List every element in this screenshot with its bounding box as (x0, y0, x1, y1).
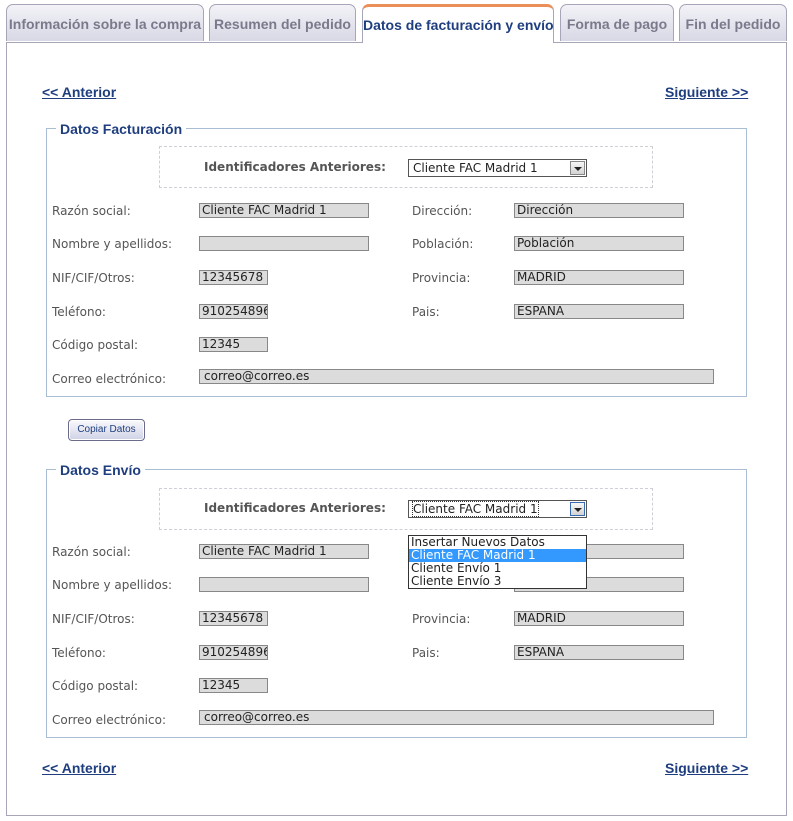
chevron-down-icon[interactable] (570, 502, 585, 516)
next-link-bottom[interactable]: Siguiente >> (665, 760, 748, 776)
shipping-cp-input[interactable]: 12345 (199, 678, 268, 693)
tab-forma-pago[interactable]: Forma de pago (560, 4, 674, 41)
next-link-top[interactable]: Siguiente >> (665, 84, 748, 100)
billing-direccion-label: Dirección: (412, 204, 473, 218)
shipping-telefono-input[interactable]: 910254896 (199, 645, 268, 660)
billing-razon-input[interactable]: Cliente FAC Madrid 1 (199, 203, 369, 218)
chevron-down-icon[interactable] (570, 161, 585, 175)
shipping-id-select[interactable]: Cliente FAC Madrid 1 (408, 500, 587, 518)
shipping-razon-label: Razón social: (52, 545, 131, 559)
shipping-provincia-label: Provincia: (412, 612, 471, 626)
billing-id-select-value: Cliente FAC Madrid 1 (413, 161, 538, 175)
billing-telefono-label: Teléfono: (52, 305, 106, 319)
billing-correo-input[interactable]: correo@correo.es (199, 369, 714, 384)
shipping-pais-label: Pais: (412, 646, 440, 660)
billing-telefono-input[interactable]: 910254896 (199, 304, 268, 319)
shipping-correo-label: Correo electrónico: (52, 713, 166, 727)
dropdown-option[interactable]: Cliente Envío 3 (409, 575, 586, 588)
shipping-telefono-label: Teléfono: (52, 646, 106, 660)
billing-cp-label: Código postal: (52, 338, 139, 352)
prev-link-top[interactable]: << Anterior (42, 84, 116, 100)
shipping-nombre-label: Nombre y apellidos: (52, 578, 173, 592)
shipping-correo-input[interactable]: correo@correo.es (199, 710, 714, 725)
shipping-pais-input[interactable]: ESPAÑA (514, 645, 684, 660)
billing-pais-input[interactable]: ESPAÑA (514, 304, 684, 319)
shipping-nombre-input[interactable] (199, 577, 369, 592)
tab-resumen-pedido[interactable]: Resumen del pedido (209, 4, 356, 41)
billing-nif-label: NIF/CIF/Otros: (52, 271, 135, 285)
tab-datos-facturacion-envio[interactable]: Datos de facturación y envío (362, 4, 554, 43)
billing-nombre-label: Nombre y apellidos: (52, 237, 173, 251)
billing-provincia-input[interactable]: MADRID (514, 270, 684, 285)
billing-pais-label: Pais: (412, 305, 440, 319)
billing-nombre-input[interactable] (199, 236, 369, 251)
shipping-razon-input[interactable]: Cliente FAC Madrid 1 (199, 544, 369, 559)
shipping-cp-label: Código postal: (52, 679, 139, 693)
shipping-nif-input[interactable]: 12345678 (199, 611, 268, 626)
copiar-datos-button[interactable]: Copiar Datos (68, 419, 145, 441)
billing-nif-input[interactable]: 12345678 (199, 270, 268, 285)
billing-id-select[interactable]: Cliente FAC Madrid 1 (408, 159, 587, 177)
shipping-nif-label: NIF/CIF/Otros: (52, 612, 135, 626)
shipping-legend: Datos Envío (56, 462, 145, 478)
shipping-id-dropdown-list: Insertar Nuevos Datos Cliente FAC Madrid… (408, 535, 587, 589)
tab-fin-pedido[interactable]: Fin del pedido (679, 4, 787, 41)
billing-poblacion-label: Población: (412, 237, 474, 251)
billing-provincia-label: Provincia: (412, 271, 471, 285)
billing-direccion-input[interactable]: Dirección (514, 203, 684, 218)
tab-informacion-compra[interactable]: Información sobre la compra (6, 4, 204, 41)
prev-link-bottom[interactable]: << Anterior (42, 760, 116, 776)
billing-correo-label: Correo electrónico: (52, 372, 166, 386)
shipping-id-label: Identificadores Anteriores: (204, 501, 386, 515)
shipping-id-select-value: Cliente FAC Madrid 1 (412, 501, 539, 517)
billing-razon-label: Razón social: (52, 204, 131, 218)
billing-cp-input[interactable]: 12345 (199, 337, 268, 352)
billing-legend: Datos Facturación (56, 121, 187, 137)
shipping-provincia-input[interactable]: MADRID (514, 611, 684, 626)
billing-id-label: Identificadores Anteriores: (204, 160, 386, 174)
billing-poblacion-input[interactable]: Población (514, 236, 684, 251)
